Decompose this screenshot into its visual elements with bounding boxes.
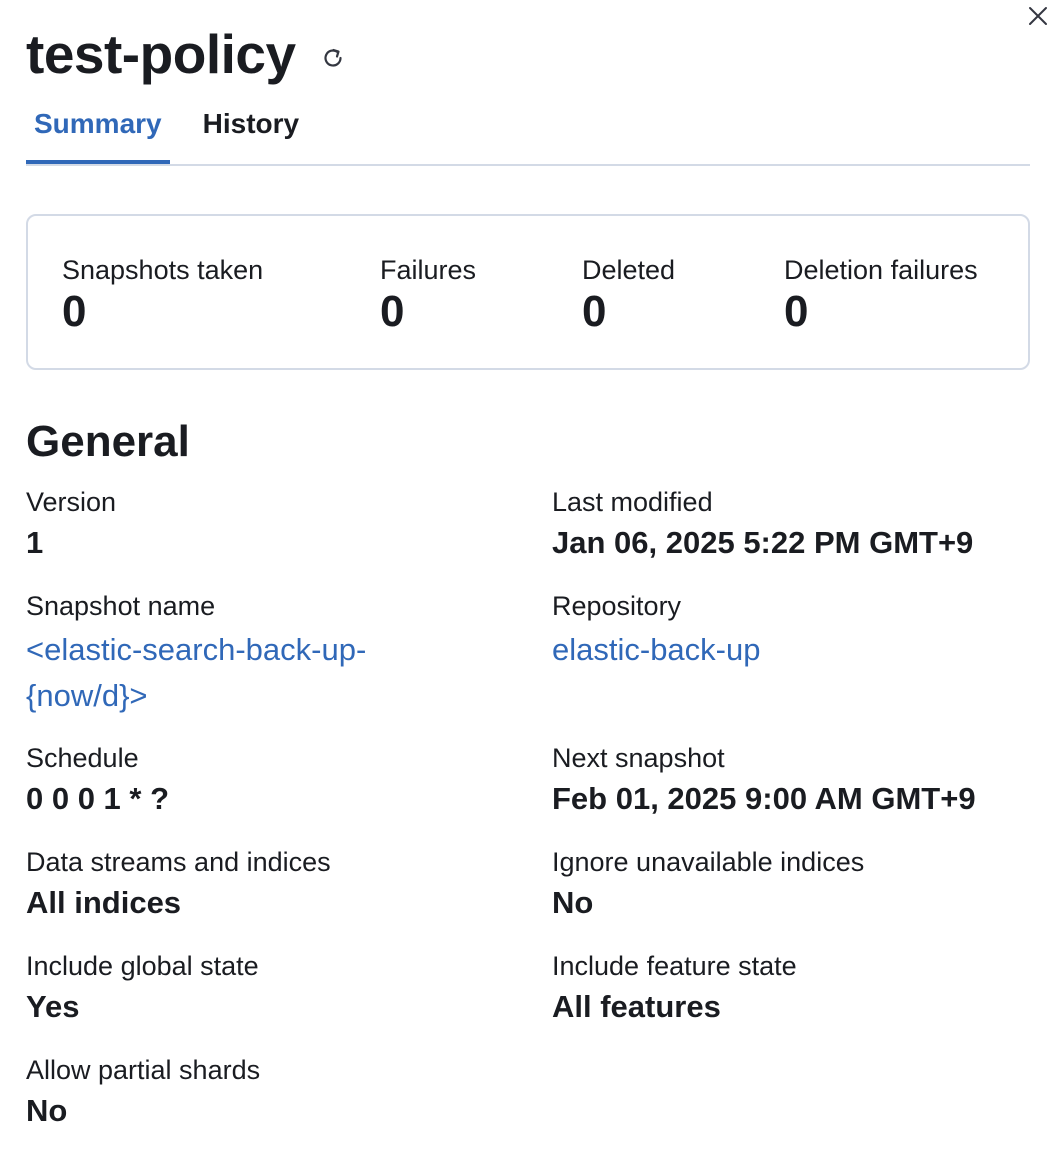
snapshot-name-link[interactable]: <elastic-search-back-up- {now/d}>: [26, 627, 496, 719]
field-label: Last modified: [552, 487, 713, 517]
refresh-button[interactable]: [318, 43, 348, 73]
stat-label: Snapshots taken: [62, 255, 264, 285]
field-label: Version: [26, 487, 117, 517]
page-title: test-policy: [26, 23, 296, 85]
stat-label: Deletion failures: [784, 255, 978, 285]
refresh-icon: [324, 48, 342, 67]
close-icon: [1029, 7, 1047, 25]
stat-failures: Failures 0: [380, 254, 476, 336]
stat-value: 0: [582, 287, 607, 336]
stat-value: 0: [62, 287, 87, 336]
field-allow-partial-shards: Allow partial shards No: [26, 1053, 496, 1131]
tab-summary[interactable]: Summary: [26, 96, 170, 164]
snapshot-name-line-2: {now/d}>: [26, 678, 148, 713]
field-next-snapshot: Next snapshot Feb 01, 2025 9:00 AM GMT+9: [552, 741, 1022, 819]
field-label: Next snapshot: [552, 743, 725, 773]
field-value: Yes: [26, 989, 80, 1024]
field-ignore-unavailable: Ignore unavailable indices No: [552, 845, 1022, 923]
close-button[interactable]: [1024, 2, 1052, 30]
field-label: Ignore unavailable indices: [552, 847, 865, 877]
section-title-general: General: [26, 417, 190, 466]
field-snapshot-name: Snapshot name <elastic-search-back-up- {…: [26, 589, 496, 719]
field-value: All indices: [26, 885, 182, 920]
snapshot-name-line-1: <elastic-search-back-up-: [26, 632, 367, 667]
field-value: Feb 01, 2025 9:00 AM GMT+9: [552, 781, 976, 816]
field-value: 1: [26, 525, 44, 560]
field-label: Include feature state: [552, 951, 797, 981]
field-value: No: [552, 885, 594, 920]
field-value: All features: [552, 989, 721, 1024]
stat-snapshots-taken: Snapshots taken 0: [62, 254, 263, 336]
field-label: Data streams and indices: [26, 847, 331, 877]
field-include-global-state: Include global state Yes: [26, 949, 496, 1027]
stat-label: Deleted: [582, 255, 676, 285]
stat-deletion-failures: Deletion failures 0: [784, 254, 978, 336]
field-data-streams: Data streams and indices All indices: [26, 845, 496, 923]
field-label: Allow partial shards: [26, 1055, 261, 1085]
stat-label: Failures: [380, 255, 477, 285]
field-label: Schedule: [26, 743, 139, 773]
field-value: Jan 06, 2025 5:22 PM GMT+9: [552, 525, 974, 560]
field-version: Version 1: [26, 485, 496, 563]
stat-value: 0: [784, 287, 809, 336]
stat-value: 0: [380, 287, 405, 336]
tab-history[interactable]: History: [195, 96, 307, 162]
tab-bar: Summary History: [26, 96, 1030, 166]
stat-deleted: Deleted 0: [582, 254, 675, 336]
field-label: Snapshot name: [26, 591, 216, 621]
field-label: Include global state: [26, 951, 259, 981]
field-value: 0 0 0 1 * ?: [26, 781, 170, 816]
repository-link[interactable]: elastic-back-up: [552, 627, 1022, 673]
flyout-header: test-policy: [26, 22, 348, 86]
stats-panel: Snapshots taken 0 Failures 0 Deleted 0 D…: [26, 214, 1030, 370]
field-last-modified: Last modified Jan 06, 2025 5:22 PM GMT+9: [552, 485, 1022, 563]
field-value: No: [26, 1093, 68, 1128]
field-label: Repository: [552, 591, 682, 621]
field-include-feature-state: Include feature state All features: [552, 949, 1022, 1027]
field-repository: Repository elastic-back-up: [552, 589, 1022, 673]
field-schedule: Schedule 0 0 0 1 * ?: [26, 741, 496, 819]
